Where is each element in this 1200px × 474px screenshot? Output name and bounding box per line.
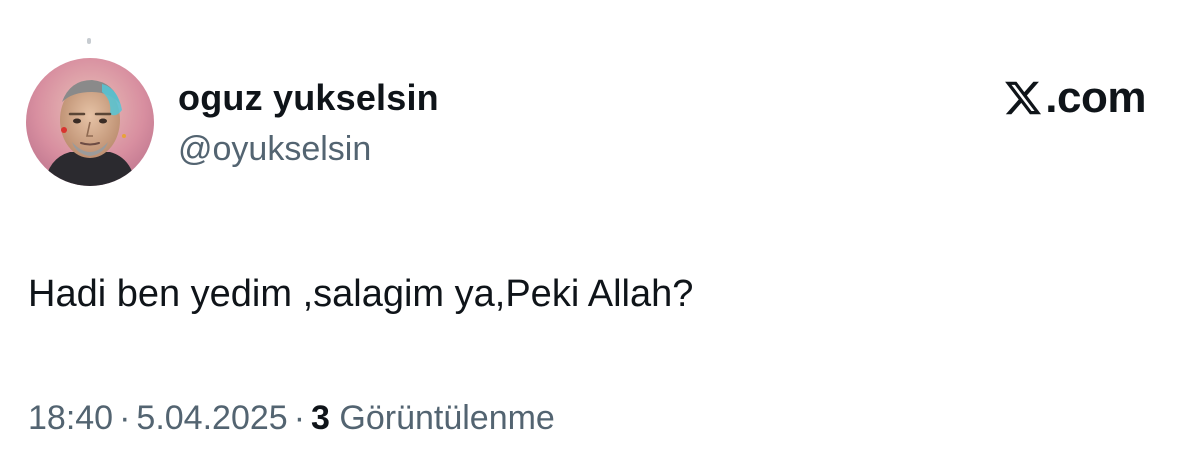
meta-separator: · [119,399,131,437]
display-name[interactable]: oguz yukselsin [178,76,439,120]
tweet-date[interactable]: 5.04.2025 [136,399,287,437]
user-handle[interactable]: @oyukselsin [178,128,371,170]
x-com-logo: .com [1003,72,1146,124]
tweet-time[interactable]: 18:40 [28,399,113,437]
meta-separator: · [293,399,306,437]
views-label: Görüntülenme [339,399,555,437]
avatar[interactable] [26,58,154,186]
tweet-card: oguz yukselsin @oyukselsin .com Hadi ben… [0,0,1200,474]
tweet-meta: 18:40 · 5.04.2025 · 3 Görüntülenme [28,396,555,440]
x-logo-icon [1003,78,1043,118]
decorative-dot [87,38,91,44]
avatar-portrait-icon [26,58,154,186]
tweet-text: Hadi ben yedim ,salagim ya,Peki Allah? [28,273,694,315]
views-count[interactable]: 3 [311,399,330,437]
x-logo-domain-suffix: .com [1045,73,1146,122]
